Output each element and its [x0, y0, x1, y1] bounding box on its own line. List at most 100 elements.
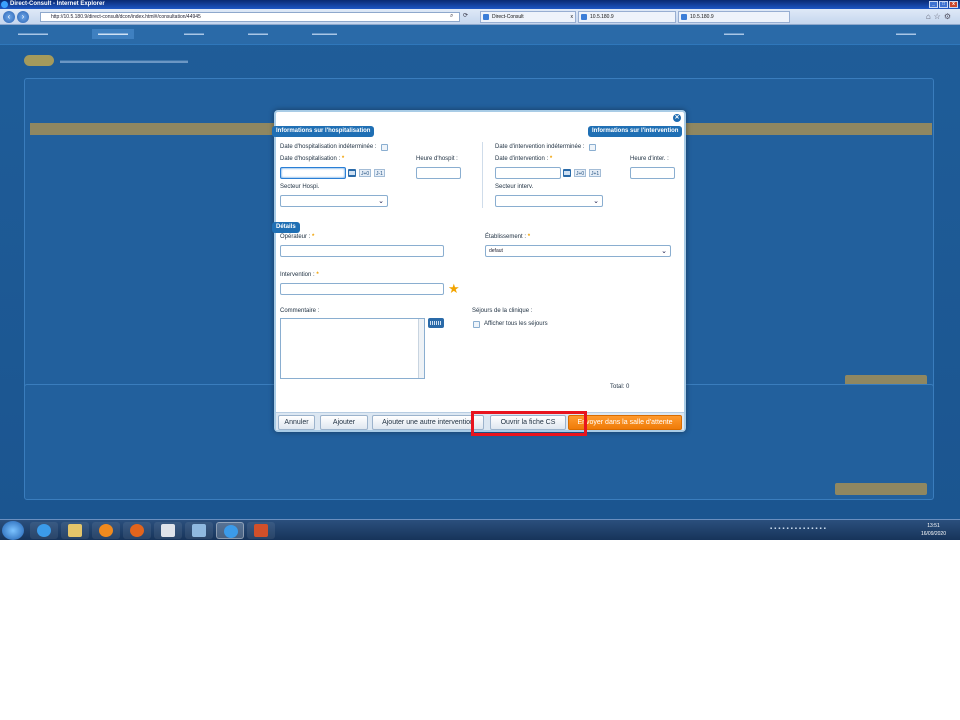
taskbar-app-icon[interactable] — [154, 522, 182, 539]
start-button-icon[interactable] — [2, 521, 24, 540]
hosp-j1-button[interactable]: J-1 — [374, 169, 385, 177]
interv-section-header: Informations sur l'intervention — [588, 126, 683, 137]
screen: Direct-Consult - Internet Explorer _ □ x… — [0, 0, 960, 540]
menu-item-1[interactable]: ▬▬▬▬▬▬ — [18, 31, 48, 37]
details-section-header: Détails — [272, 222, 300, 233]
intervention-modal: ✕ Informations sur l'hospitalisation Dat… — [272, 110, 686, 432]
hosp-date-label-row: Date d'hospitalisation : * — [280, 156, 345, 162]
minimize-icon[interactable]: _ — [929, 1, 938, 8]
intervention-input[interactable] — [280, 283, 444, 295]
establishment-label-row: Établissement : * — [485, 234, 531, 240]
url-field[interactable]: http://10.5.180.9/direct-consult/dcon/in… — [40, 12, 460, 22]
browser-toolbar-icons: ⌂☆⚙ — [926, 12, 954, 21]
app-menu-bar: ▬▬▬▬▬▬ ▬▬▬▬▬▬ ▬▬▬▬ ▬▬▬▬ ▬▬▬▬▬ ▬▬▬▬ ▬▬▬▬ — [0, 25, 960, 45]
calendar-icon[interactable] — [348, 169, 356, 177]
interv-date-input[interactable] — [495, 167, 561, 179]
comment-scrollbar[interactable] — [418, 319, 424, 378]
page-favicon-icon — [581, 14, 587, 20]
maximize-icon[interactable]: □ — [939, 1, 948, 8]
taskbar-clock[interactable]: 13:51 16/09/2020 — [921, 522, 946, 538]
browser-tab-ip-2[interactable]: 10.5.180.9 — [678, 11, 790, 23]
send-to-waiting-room-button[interactable]: Envoyer dans la salle d'attente — [568, 415, 682, 430]
system-tray-icons[interactable]: ▪▪▪▪▪▪▪▪▪▪▪▪▪▪ — [770, 526, 828, 532]
interv-hour-input[interactable] — [630, 167, 675, 179]
show-all-stays-checkbox[interactable] — [473, 321, 480, 328]
taskbar-explorer-icon[interactable] — [61, 522, 89, 539]
close-window-icon[interactable]: x — [949, 1, 958, 8]
total-count: Total: 0 — [610, 384, 630, 390]
taskbar-media-icon[interactable] — [92, 522, 120, 539]
section-divider — [482, 142, 483, 208]
page-favicon-icon — [681, 14, 687, 20]
favorite-star-icon[interactable]: ★ — [448, 282, 460, 295]
menu-user-area[interactable]: ▬▬▬▬ — [724, 31, 744, 37]
add-another-intervention-button[interactable]: Ajouter une autre intervention — [372, 415, 484, 430]
interv-undetermined-checkbox[interactable] — [589, 144, 596, 151]
chevron-down-icon: ⌄ — [593, 198, 599, 205]
home-icon[interactable]: ⌂ — [926, 12, 934, 21]
clock-date: 16/09/2020 — [920, 531, 946, 537]
open-cs-form-button[interactable]: Ouvrir la fiche CS — [490, 415, 566, 430]
modal-footer: Annuler Ajouter Ajouter une autre interv… — [276, 412, 684, 430]
menu-item-3[interactable]: ▬▬▬▬ — [184, 31, 204, 37]
cancel-button[interactable]: Annuler — [278, 415, 315, 430]
tab-close-icon[interactable]: x — [571, 12, 574, 22]
hosp-sector-label: Secteur Hospi. — [280, 184, 320, 190]
taskbar-network-icon[interactable] — [185, 522, 213, 539]
establishment-select[interactable]: defaut ⌄ — [485, 245, 671, 257]
forward-arrow-icon[interactable]: › — [17, 11, 29, 23]
interv-undetermined-label: Date d'intervention indéterminée : — [495, 144, 585, 150]
patient-name-placeholder: ▬▬▬▬▬▬▬▬▬▬▬▬▬▬▬▬ — [60, 56, 188, 65]
favorites-star-icon[interactable]: ☆ — [934, 12, 944, 21]
taskbar-firefox-icon[interactable] — [123, 522, 151, 539]
page-favicon-icon — [483, 14, 489, 20]
add-button[interactable]: Ajouter — [320, 415, 368, 430]
settings-gear-icon[interactable]: ⚙ — [944, 12, 954, 21]
taskbar-ie-icon[interactable] — [30, 522, 58, 539]
address-actions: ⌕ ⟳ — [450, 12, 468, 20]
chevron-down-icon: ⌄ — [378, 198, 384, 205]
stays-label: Séjours de la clinique : — [472, 308, 533, 314]
interv-date-label-row: Date d'intervention : * — [495, 156, 553, 162]
show-all-stays-label: Afficher tous les séjours — [484, 321, 548, 327]
window-title-bar: Direct-Consult - Internet Explorer _ □ x — [0, 0, 960, 9]
menu-item-5[interactable]: ▬▬▬▬▬ — [312, 31, 337, 37]
comment-label: Commentaire : — [280, 308, 320, 314]
clock-time: 13:51 — [927, 523, 940, 529]
menu-logout[interactable]: ▬▬▬▬ — [896, 31, 916, 37]
operator-input[interactable] — [280, 245, 444, 257]
keyboard-icon[interactable] — [428, 318, 444, 328]
hosp-undetermined-label: Date d'hospitalisation indéterminée : — [280, 144, 377, 150]
patient-status-pill — [24, 55, 54, 66]
menu-item-4[interactable]: ▬▬▬▬ — [248, 31, 268, 37]
patient-banner: ▬▬▬▬▬▬▬▬▬▬▬▬▬▬▬▬ — [20, 53, 940, 69]
taskbar-ie-active-icon[interactable] — [216, 522, 244, 539]
comment-textarea[interactable] — [280, 318, 425, 379]
close-modal-icon[interactable]: ✕ — [673, 114, 681, 122]
interv-hour-label: Heure d'inter. : — [630, 156, 669, 162]
interv-j1-button[interactable]: J+1 — [589, 169, 602, 177]
interv-sector-select[interactable]: ⌄ — [495, 195, 603, 207]
hosp-j0-button[interactable]: J+0 — [359, 169, 372, 177]
hosp-section-header: Informations sur l'hospitalisation — [272, 126, 375, 137]
interventions-action-button[interactable] — [835, 483, 927, 495]
hosp-hour-label: Heure d'hospit : — [416, 156, 458, 162]
hosp-hour-input[interactable] — [416, 167, 461, 179]
interv-j0-button[interactable]: J+0 — [574, 169, 587, 177]
calendar-icon[interactable] — [563, 169, 571, 177]
ie-logo-icon — [1, 1, 8, 8]
taskbar-office-icon[interactable] — [247, 522, 275, 539]
hosp-undetermined-checkbox[interactable] — [381, 144, 388, 151]
interv-sector-label: Secteur interv. — [495, 184, 534, 190]
browser-tab-direct-consult[interactable]: Direct-Consult x — [480, 11, 576, 23]
refresh-icon[interactable]: ⟳ — [463, 13, 468, 19]
search-icon[interactable]: ⌕ — [450, 13, 453, 19]
hosp-sector-select[interactable]: ⌄ — [280, 195, 388, 207]
address-bar-row: ‹ › http://10.5.180.9/direct-consult/dco… — [0, 9, 960, 25]
browser-tab-ip-1[interactable]: 10.5.180.9 — [578, 11, 676, 23]
menu-item-2[interactable]: ▬▬▬▬▬▬ — [92, 29, 134, 39]
operator-label-row: Opérateur : * — [280, 234, 315, 240]
back-arrow-icon[interactable]: ‹ — [3, 11, 15, 23]
window-title: Direct-Consult - Internet Explorer — [10, 1, 105, 7]
hosp-date-input[interactable] — [280, 167, 346, 179]
